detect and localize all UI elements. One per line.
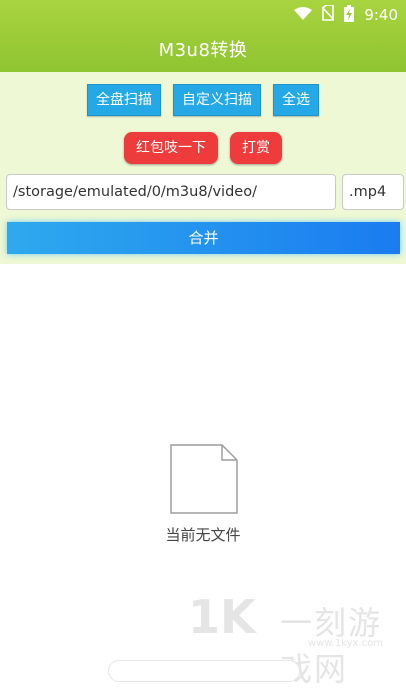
- status-bar: 9:40: [294, 4, 398, 26]
- path-input[interactable]: /storage/emulated/0/m3u8/video/: [6, 174, 336, 210]
- control-panel: 全盘扫描 自定义扫描 全选 红包吱一下 打赏 /storage/emulated…: [0, 72, 406, 264]
- extension-input[interactable]: .mp4: [342, 174, 404, 210]
- wifi-icon: [294, 6, 313, 25]
- red-packet-button[interactable]: 红包吱一下: [124, 132, 218, 164]
- select-all-button[interactable]: 全选: [273, 84, 319, 116]
- watermark-logo: 1K 一刻游戏网 www.1kyx.com: [188, 590, 398, 688]
- no-sim-icon: [321, 4, 335, 25]
- empty-state-text: 当前无文件: [165, 526, 241, 544]
- battery-charging-icon: [344, 4, 355, 26]
- watermark-url: www.1kyx.com: [308, 638, 383, 649]
- bottom-sheet-edge: [108, 660, 300, 682]
- merge-button[interactable]: 合并: [7, 222, 400, 254]
- app-bar: 9:40 M3u8转换: [0, 0, 406, 72]
- watermark-mark: 1K: [188, 590, 256, 644]
- scan-button-row: 全盘扫描 自定义扫描 全选: [0, 84, 406, 116]
- donate-button-row: 红包吱一下 打赏: [0, 132, 406, 164]
- clock: 9:40: [364, 6, 398, 24]
- file-icon: [168, 443, 240, 519]
- custom-scan-button[interactable]: 自定义扫描: [173, 84, 261, 116]
- full-scan-button[interactable]: 全盘扫描: [87, 84, 161, 116]
- page-title: M3u8转换: [158, 40, 248, 61]
- reward-button[interactable]: 打赏: [230, 132, 282, 164]
